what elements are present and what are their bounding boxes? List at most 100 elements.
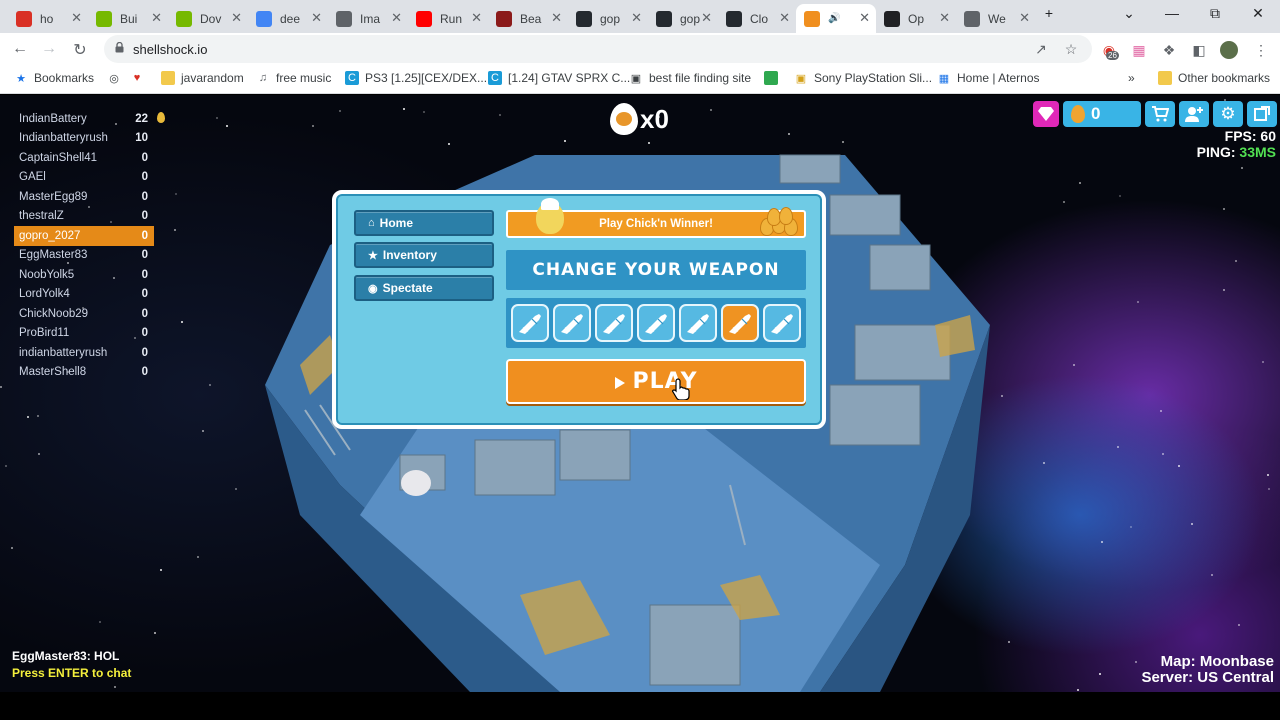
- close-tab-icon[interactable]: ✕: [231, 10, 242, 26]
- weapon-slot[interactable]: [679, 304, 717, 342]
- close-tab-icon[interactable]: ✕: [859, 10, 870, 26]
- bookmark-item[interactable]: javarandom: [161, 71, 244, 85]
- browser-tab[interactable]: Dov ✕: [168, 4, 248, 33]
- leaderboard-row: MasterEgg89 0: [14, 187, 154, 207]
- bookmark-item[interactable]: ▣ best file finding site: [629, 71, 751, 85]
- game-viewport[interactable]: IndianBattery 22 Indianbatteryrush 10 Captai…: [0, 95, 1280, 692]
- bookmark-item[interactable]: ◎: [107, 71, 127, 85]
- bookmark-label: [1.24] GTAV SPRX C...: [508, 71, 631, 85]
- reload-icon[interactable]: ↻: [70, 40, 90, 60]
- leaderboard-row: gopro_2027 0: [14, 226, 154, 246]
- browser-tab[interactable]: Bea ✕: [488, 4, 568, 33]
- bookmark-item[interactable]: [764, 71, 784, 85]
- bookmark-label: javarandom: [181, 71, 244, 85]
- close-tab-icon[interactable]: ✕: [1019, 10, 1030, 26]
- bookmark-label: Bookmarks: [34, 71, 95, 85]
- address-bar[interactable]: shellshock.io ↗ ☆: [104, 35, 1092, 63]
- extension-color-icon[interactable]: ▦: [1130, 41, 1148, 59]
- add-friend-button[interactable]: [1179, 101, 1209, 127]
- chat-box[interactable]: EggMaster83: HOL Press ENTER to chat: [12, 648, 131, 682]
- leaderboard-row: GAEl 0: [14, 168, 154, 188]
- other-bookmarks[interactable]: Other bookmarks: [1158, 71, 1270, 85]
- browser-tab[interactable]: We ✕: [956, 4, 1036, 33]
- shop-button[interactable]: [1145, 101, 1175, 127]
- bookmark-item[interactable]: ♫ free music: [256, 71, 331, 85]
- inventory-button[interactable]: ★ Inventory: [354, 242, 494, 268]
- globe-icon: ◎: [109, 72, 119, 85]
- bookmark-item[interactable]: ▦ Home | Aternos: [937, 71, 1040, 85]
- close-tab-icon[interactable]: ✕: [391, 10, 402, 26]
- weapon-slot[interactable]: [553, 304, 591, 342]
- player-name: IndianBattery: [19, 112, 87, 125]
- tab-search-icon[interactable]: ⌄: [1114, 5, 1144, 22]
- leaderboard-row: CaptainShell41 0: [14, 148, 154, 168]
- chickn-winner-button[interactable]: Play Chick'n Winner!: [506, 198, 806, 238]
- browser-tab[interactable]: Bui ✕: [88, 4, 168, 33]
- play-button[interactable]: PLAY: [506, 359, 806, 404]
- sniper-rifle-icon: [603, 314, 625, 334]
- globe-icon: [964, 10, 980, 27]
- gem-shop-button[interactable]: [1033, 101, 1059, 127]
- weapon-slot[interactable]: [763, 304, 801, 342]
- more-bookmarks-icon[interactable]: »: [1128, 71, 1135, 85]
- close-tab-icon[interactable]: ✕: [631, 10, 642, 26]
- browser-tab[interactable]: gop ✕: [648, 4, 718, 33]
- profile-avatar[interactable]: [1220, 41, 1238, 59]
- close-window-icon[interactable]: ✕: [1243, 5, 1273, 22]
- weapon-slot[interactable]: [511, 304, 549, 342]
- leaderboard-row: MasterShell8 0: [14, 363, 154, 383]
- weapon-slot[interactable]: [721, 304, 759, 342]
- leaderboard-row: LordYolk4 0: [14, 285, 154, 305]
- new-tab-icon[interactable]: +: [1034, 5, 1064, 21]
- minimize-icon[interactable]: —: [1157, 5, 1187, 21]
- close-tab-icon[interactable]: ✕: [551, 10, 562, 26]
- forward-icon[interactable]: →: [39, 40, 59, 58]
- bookmark-item[interactable]: ♥: [130, 71, 150, 85]
- spectate-button[interactable]: ◉ Spectate: [354, 275, 494, 301]
- weapon-slot[interactable]: [595, 304, 633, 342]
- leaderboard-row: thestralZ 0: [14, 207, 154, 227]
- close-tab-icon[interactable]: ✕: [701, 10, 712, 26]
- side-panel-icon[interactable]: ◧: [1190, 41, 1208, 59]
- restore-icon[interactable]: ⧉: [1200, 5, 1230, 22]
- menu-kebab-icon[interactable]: ⋮: [1252, 41, 1270, 59]
- player-name: MasterEgg89: [19, 190, 88, 203]
- close-tab-icon[interactable]: ✕: [151, 10, 162, 26]
- extensions-puzzle-icon[interactable]: ❖: [1160, 41, 1178, 59]
- browser-tab[interactable]: 🔊 ✕: [796, 4, 876, 33]
- bookmark-item[interactable]: ★ Bookmarks: [14, 71, 94, 85]
- home-button[interactable]: ⌂ Home: [354, 210, 494, 236]
- browser-tab[interactable]: dee ✕: [248, 4, 328, 33]
- settings-button[interactable]: ⚙: [1213, 101, 1243, 127]
- browser-tab[interactable]: Clo ✕: [718, 4, 796, 33]
- close-tab-icon[interactable]: ✕: [939, 10, 950, 26]
- bookmark-item[interactable]: ▣ Sony PlayStation Sli...: [794, 71, 932, 85]
- share-icon[interactable]: ↗: [1032, 40, 1050, 58]
- bookmark-item[interactable]: C [1.24] GTAV SPRX C...: [488, 71, 630, 85]
- github-icon: [656, 10, 672, 27]
- player-score: 22: [135, 112, 148, 125]
- browser-tab[interactable]: Op ✕: [876, 4, 956, 33]
- tab-title: Run: [440, 11, 463, 26]
- weapon-slot[interactable]: [637, 304, 675, 342]
- browser-tab[interactable]: Ima ✕: [328, 4, 408, 33]
- change-weapon-heading: CHANGE YOUR WEAPON: [506, 250, 806, 290]
- bookmark-star-icon[interactable]: ☆: [1062, 40, 1080, 58]
- audio-playing-icon[interactable]: 🔊: [828, 13, 840, 24]
- fullscreen-button[interactable]: [1247, 101, 1277, 127]
- close-tab-icon[interactable]: ✕: [471, 10, 482, 26]
- top-right-hud: 0 ⚙: [1033, 101, 1277, 127]
- back-icon[interactable]: ←: [10, 40, 30, 58]
- egg-balance[interactable]: 0: [1063, 101, 1141, 127]
- youtube-icon: [416, 10, 432, 27]
- player-score: 0: [141, 307, 148, 320]
- close-tab-icon[interactable]: ✕: [779, 10, 790, 26]
- player-name: CaptainShell41: [19, 151, 98, 164]
- browser-tab[interactable]: ho ✕: [8, 4, 88, 33]
- close-tab-icon[interactable]: ✕: [311, 10, 322, 26]
- browser-tab[interactable]: gop ✕: [568, 4, 648, 33]
- close-tab-icon[interactable]: ✕: [71, 10, 82, 26]
- music-icon: ♫: [258, 72, 268, 84]
- browser-tab[interactable]: Run ✕: [408, 4, 488, 33]
- bookmark-item[interactable]: C PS3 [1.25][CEX/DEX...: [345, 71, 487, 85]
